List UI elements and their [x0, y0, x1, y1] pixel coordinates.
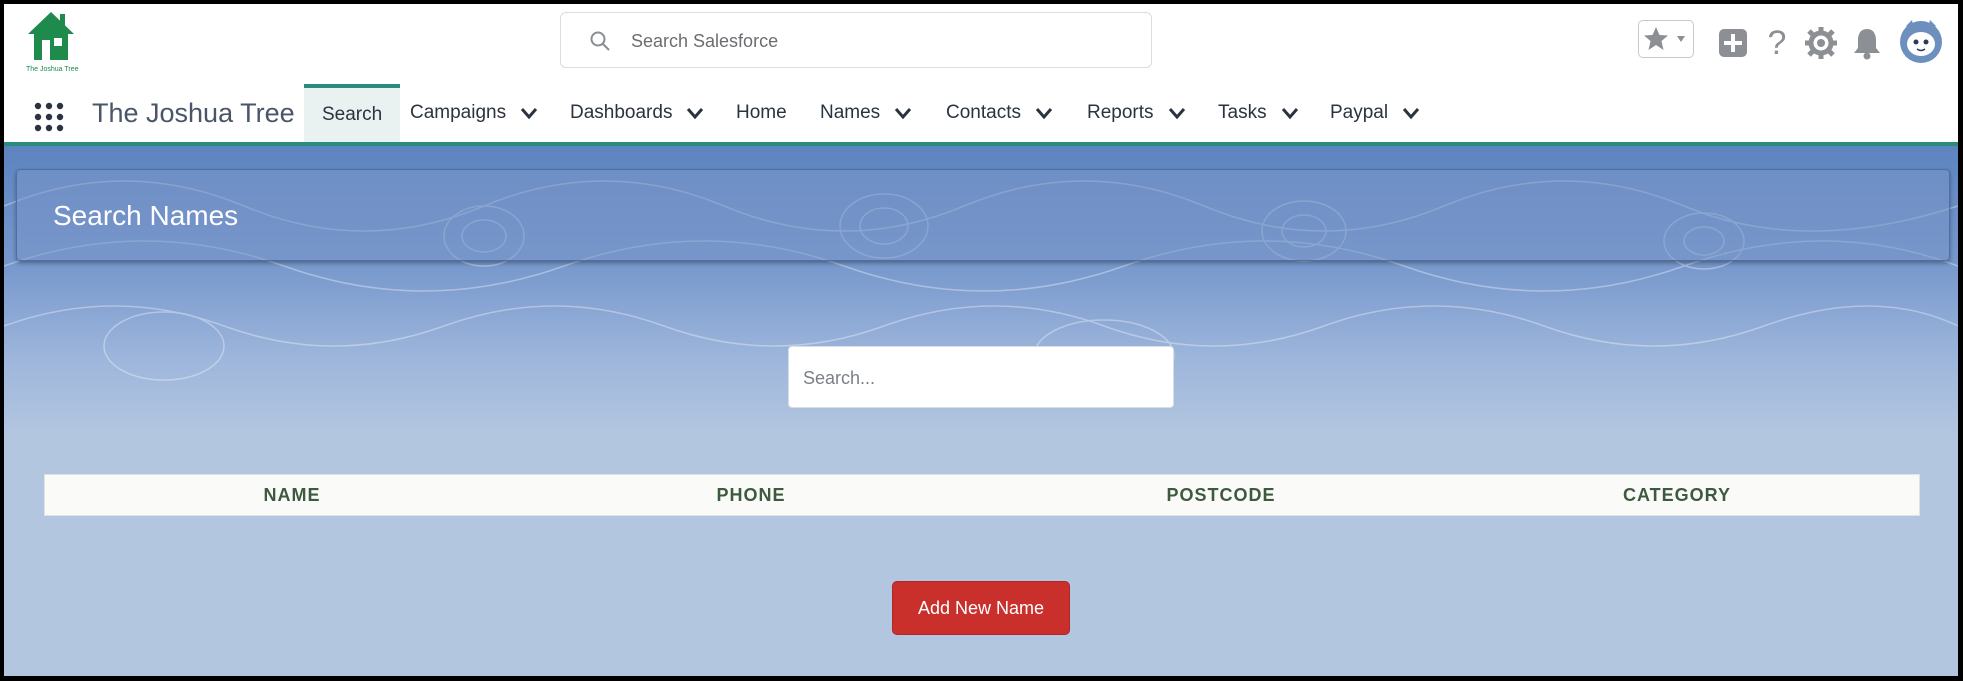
column-header-phone[interactable]: PHONE [716, 485, 785, 506]
notification-bell-icon[interactable] [1852, 26, 1882, 60]
chevron-down-icon[interactable] [686, 104, 704, 122]
nav-tab-tasks[interactable]: Tasks [1218, 84, 1299, 142]
house-logo-icon [28, 12, 74, 60]
nav-tab-label: Dashboards [570, 102, 673, 123]
app-logo[interactable]: The Joshua Tree [26, 10, 79, 80]
app-launcher-icon[interactable] [34, 102, 64, 132]
chevron-down-icon[interactable] [894, 104, 912, 122]
nav-tab-label: Campaigns [410, 102, 507, 123]
results-table-header: NAME PHONE POSTCODE CATEGORY [44, 474, 1920, 516]
search-names-card: Search Names [16, 169, 1950, 261]
column-header-category[interactable]: CATEGORY [1623, 485, 1731, 506]
nav-tab-label: Contacts [946, 102, 1021, 123]
favorites-button[interactable] [1638, 20, 1694, 58]
app-frame: The Joshua Tree Search Salesforce ? The … [4, 4, 1958, 676]
chevron-down-icon[interactable] [1281, 104, 1299, 122]
svg-text:?: ? [1768, 24, 1787, 62]
name-search-placeholder: Search... [803, 368, 876, 388]
chevron-down-icon[interactable] [520, 104, 538, 122]
nav-tab-names[interactable]: Names [820, 84, 912, 142]
nav-tab-label: Search [322, 104, 383, 125]
nav-tab-label: Tasks [1218, 102, 1267, 123]
nav-tab-home[interactable]: Home [736, 84, 787, 142]
name-search-input[interactable]: Search... [788, 346, 1174, 408]
setup-gear-icon[interactable] [1804, 26, 1838, 60]
add-icon[interactable] [1718, 28, 1748, 58]
nav-tab-label: Names [820, 102, 881, 123]
global-header: The Joshua Tree Search Salesforce ? The … [4, 4, 1958, 146]
logo-text: The Joshua Tree [26, 66, 79, 73]
app-name: The Joshua Tree [92, 98, 295, 128]
nav-tab-search[interactable]: Search [304, 84, 401, 142]
chevron-down-icon[interactable] [1168, 104, 1186, 122]
nav-tab-label: Reports [1087, 102, 1154, 123]
nav-tab-paypal[interactable]: Paypal [1330, 84, 1420, 142]
nav-tab-label: Home [736, 102, 787, 123]
star-icon [1644, 27, 1685, 50]
add-new-name-button[interactable]: Add New Name [892, 581, 1070, 635]
nav-tab-reports[interactable]: Reports [1087, 84, 1186, 142]
navigation-bar: The Joshua Tree Search Campaigns Dashboa… [4, 84, 1958, 142]
nav-tab-campaigns[interactable]: Campaigns [410, 84, 538, 142]
global-search-placeholder: Search Salesforce [631, 31, 779, 51]
column-header-postcode[interactable]: POSTCODE [1166, 485, 1275, 506]
nav-tab-dashboards[interactable]: Dashboards [570, 84, 704, 142]
help-icon[interactable]: ? [1764, 22, 1790, 62]
card-title: Search Names [53, 200, 239, 231]
search-icon [590, 31, 610, 51]
chevron-down-icon[interactable] [1402, 104, 1420, 122]
column-header-name[interactable]: NAME [264, 485, 321, 506]
global-search-input[interactable]: Search Salesforce [560, 12, 1152, 68]
chevron-down-icon[interactable] [1035, 104, 1053, 122]
nav-tab-label: Paypal [1330, 102, 1389, 123]
nav-tab-contacts[interactable]: Contacts [946, 84, 1053, 142]
avatar[interactable] [1898, 16, 1944, 66]
add-new-name-label: Add New Name [917, 597, 1045, 618]
